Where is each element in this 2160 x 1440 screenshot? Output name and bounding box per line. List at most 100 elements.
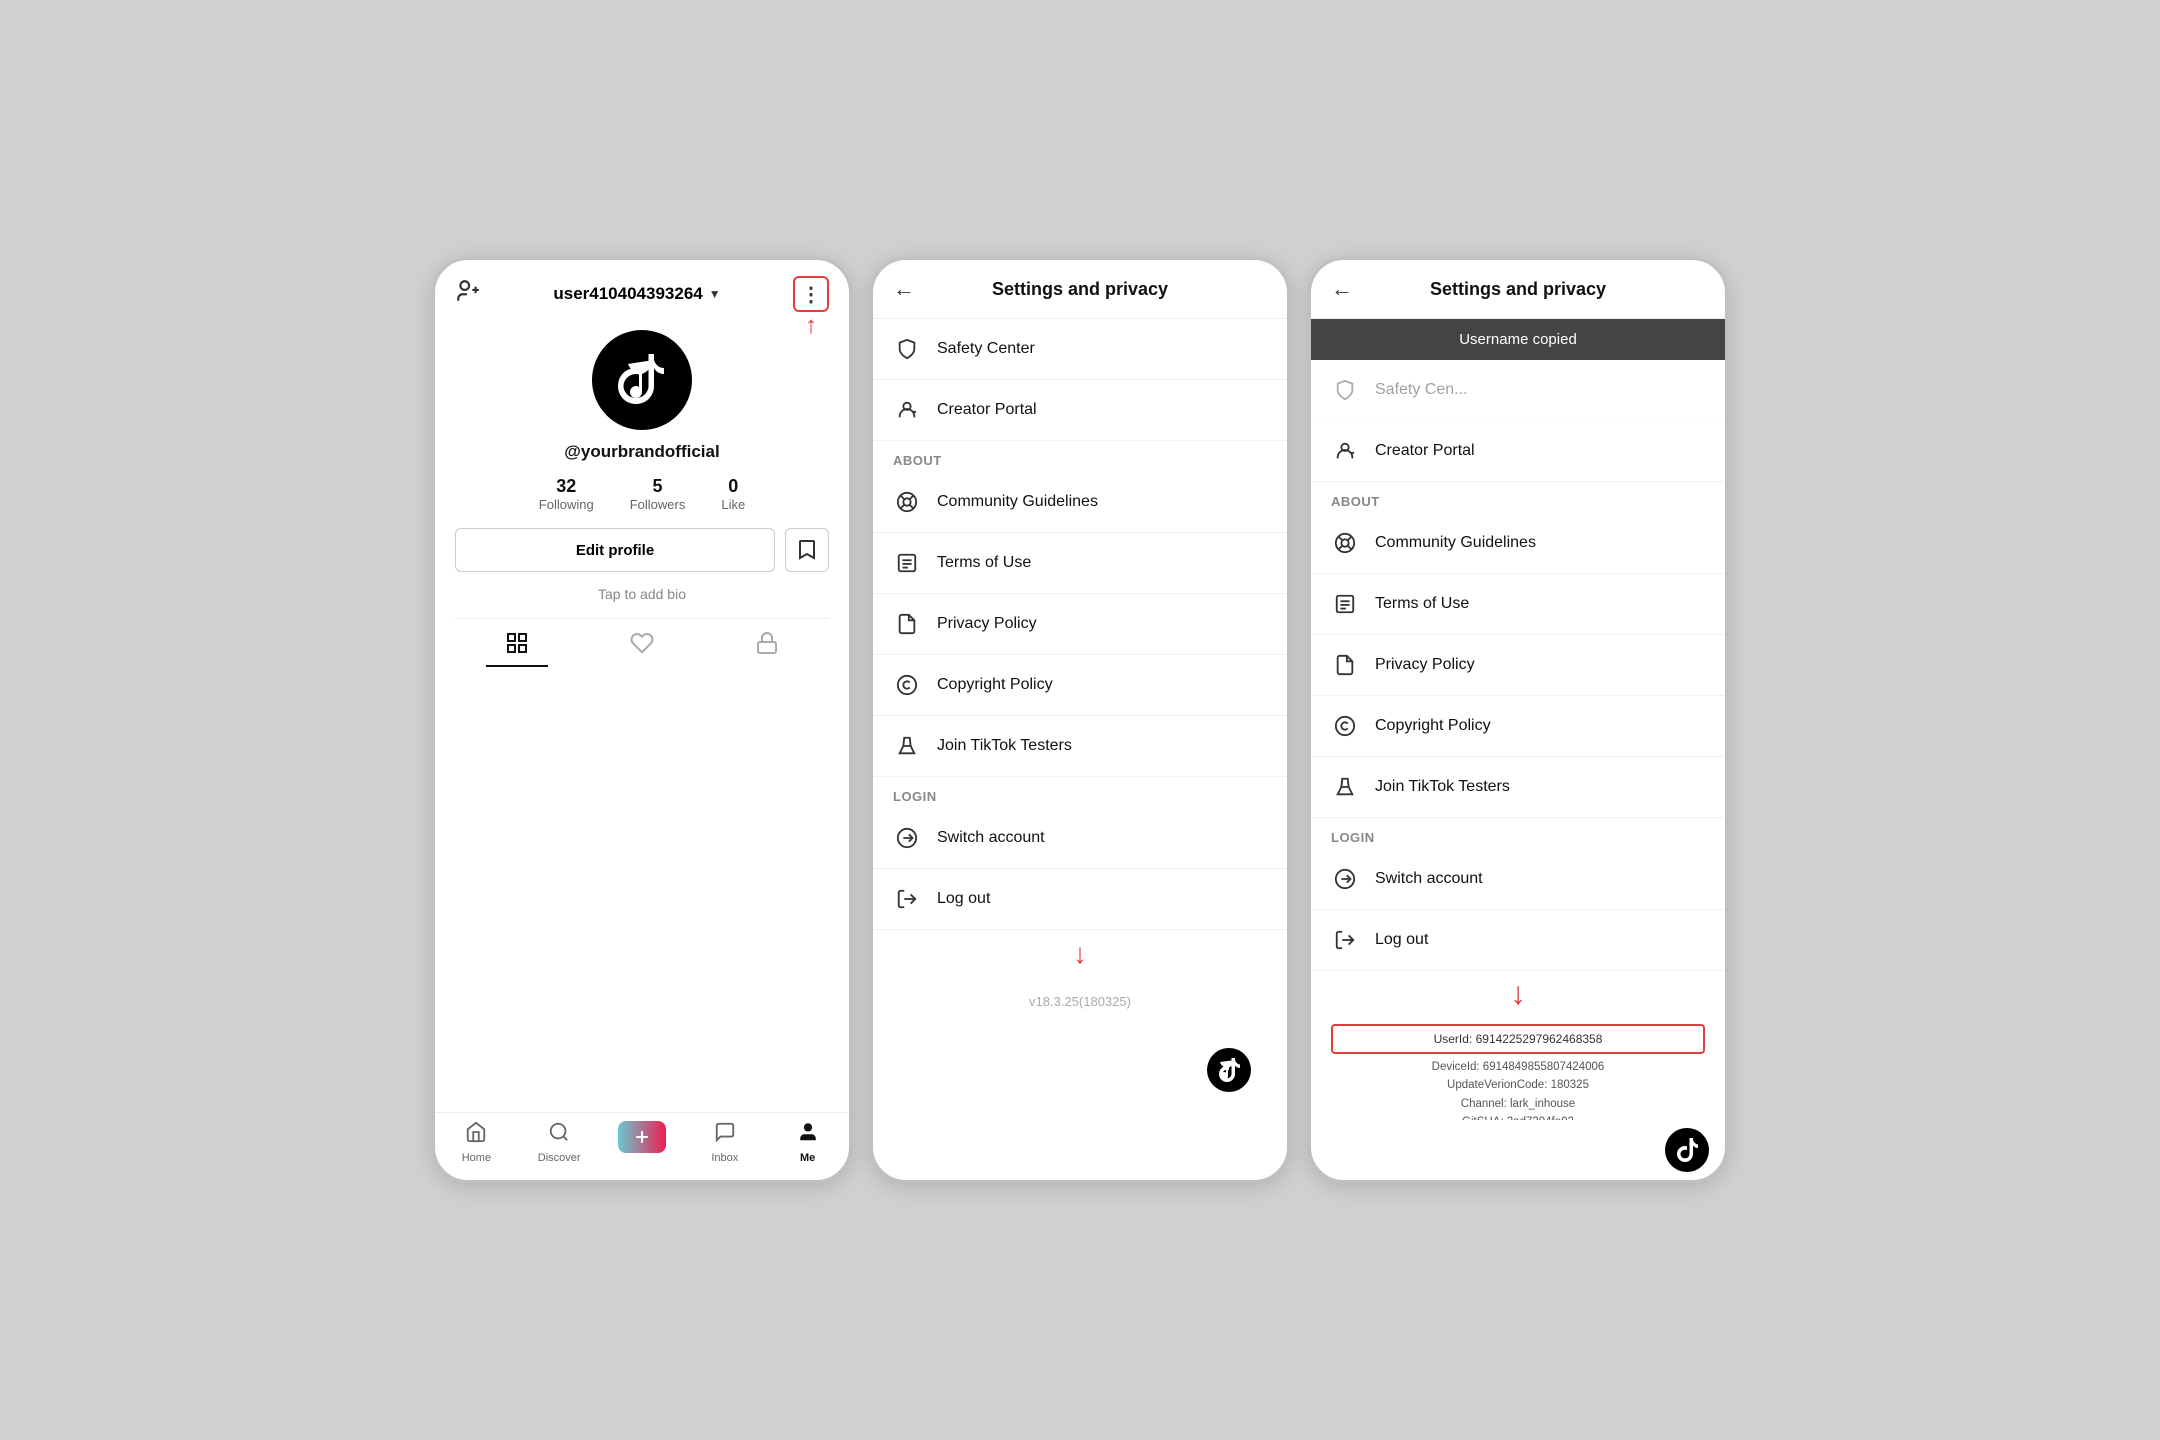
username-text: user410404393264: [553, 284, 702, 304]
terms-of-use-label: Terms of Use: [937, 554, 1031, 572]
nav-inbox[interactable]: Inbox: [683, 1121, 766, 1164]
community-icon-3: [1331, 529, 1359, 557]
tab-liked[interactable]: [580, 619, 705, 667]
shield-icon-3: [1331, 376, 1359, 404]
nav-discover[interactable]: Discover: [518, 1121, 601, 1164]
logout-icon: [893, 885, 921, 913]
bio-placeholder[interactable]: Tap to add bio: [598, 586, 686, 602]
community-guidelines-label: Community Guidelines: [937, 493, 1098, 511]
settings-list-2: Safety Center Creator Portal ABOUT: [873, 319, 1287, 1120]
settings-log-out-3[interactable]: Log out: [1311, 910, 1725, 971]
community-guidelines-label-3: Community Guidelines: [1375, 534, 1536, 552]
bookmark-button[interactable]: [785, 528, 829, 572]
settings-switch-account[interactable]: Switch account: [873, 808, 1287, 869]
username-copied-toast: Username copied: [1311, 319, 1725, 360]
edit-profile-button[interactable]: Edit profile: [455, 528, 775, 572]
switch-account-label: Switch account: [937, 829, 1045, 847]
screen2-title: Settings and privacy: [931, 279, 1229, 300]
shield-icon: [893, 335, 921, 363]
creator-portal-label-3: Creator Portal: [1375, 442, 1475, 460]
likes-label: Like: [721, 497, 745, 512]
tiktok-fab-3[interactable]: [1665, 1128, 1709, 1172]
settings-safety-center-3[interactable]: Safety Cen...: [1311, 360, 1725, 421]
nav-me[interactable]: Me: [766, 1121, 849, 1164]
screen3-title: Settings and privacy: [1369, 279, 1667, 300]
settings-switch-account-3[interactable]: Switch account: [1311, 849, 1725, 910]
followers-label: Followers: [630, 497, 686, 512]
settings-creator-portal[interactable]: Creator Portal: [873, 380, 1287, 441]
copyright-icon-3: [1331, 712, 1359, 740]
profile-header: user410404393264 ▼ ⋮ ↑: [435, 260, 849, 320]
privacy-icon: [893, 610, 921, 638]
community-icon: [893, 488, 921, 516]
settings-creator-portal-3[interactable]: Creator Portal: [1311, 421, 1725, 482]
safety-center-label: Safety Center: [937, 340, 1035, 358]
tab-grid[interactable]: [455, 619, 580, 667]
flask-icon: [893, 732, 921, 760]
home-icon: [465, 1121, 487, 1149]
device-info: DeviceId: 6914849855807424006 UpdateVeri…: [1311, 1058, 1725, 1120]
privacy-policy-label: Privacy Policy: [937, 615, 1037, 633]
settings-terms-of-use[interactable]: Terms of Use: [873, 533, 1287, 594]
settings-list-3: Safety Cen... Creator Portal ABOUT: [1311, 360, 1725, 1120]
flask-icon-3: [1331, 773, 1359, 801]
profile-content: @yourbrandofficial 32 Following 5 Follow…: [435, 320, 849, 1112]
settings-copyright-policy-3[interactable]: Copyright Policy: [1311, 696, 1725, 757]
channel: Channel: lark_inhouse: [1331, 1095, 1705, 1113]
profile-screen: user410404393264 ▼ ⋮ ↑ @yourbrandofficia…: [435, 260, 849, 1180]
settings-log-out[interactable]: Log out: [873, 869, 1287, 930]
log-out-label: Log out: [937, 890, 990, 908]
tiktok-fab-2[interactable]: [1207, 1048, 1251, 1092]
terms-icon-3: [1331, 590, 1359, 618]
settings-community-guidelines-3[interactable]: Community Guidelines: [1311, 513, 1725, 574]
back-button-3[interactable]: ←: [1331, 276, 1353, 302]
settings-copyright-policy[interactable]: Copyright Policy: [873, 655, 1287, 716]
nav-me-label: Me: [800, 1152, 815, 1164]
followers-stat[interactable]: 5 Followers: [630, 476, 686, 512]
about-section-label-3: ABOUT: [1311, 482, 1725, 513]
switch-account-label-3: Switch account: [1375, 870, 1483, 888]
settings-screen-3: ← Settings and privacy Username copied S…: [1311, 260, 1725, 1180]
settings-terms-of-use-3[interactable]: Terms of Use: [1311, 574, 1725, 635]
create-button[interactable]: [618, 1121, 666, 1153]
about-section-label: ABOUT: [873, 441, 1287, 472]
back-button-2[interactable]: ←: [893, 276, 915, 302]
switch-icon: [893, 824, 921, 852]
nav-home[interactable]: Home: [435, 1121, 518, 1164]
creator-portal-icon: [893, 396, 921, 424]
profile-username[interactable]: user410404393264 ▼: [553, 284, 720, 304]
inbox-icon: [714, 1121, 736, 1149]
handle-text: @yourbrandofficial: [564, 442, 719, 462]
add-friend-icon[interactable]: [455, 278, 481, 310]
phone-screen-3: ← Settings and privacy Username copied S…: [1308, 257, 1728, 1183]
safety-center-label-3: Safety Cen...: [1375, 381, 1468, 399]
update-code: UpdateVerionCode: 180325: [1331, 1076, 1705, 1094]
likes-stat[interactable]: 0 Like: [721, 476, 745, 512]
following-count: 32: [556, 476, 576, 497]
settings-safety-center[interactable]: Safety Center: [873, 319, 1287, 380]
following-stat[interactable]: 32 Following: [539, 476, 594, 512]
red-arrow-down-2: ↓: [873, 930, 1287, 978]
user-id-box: UserId: 6914225297962468358: [1331, 1024, 1705, 1054]
settings-community-guidelines[interactable]: Community Guidelines: [873, 472, 1287, 533]
settings-join-testers[interactable]: Join TikTok Testers: [873, 716, 1287, 777]
likes-count: 0: [728, 476, 738, 497]
three-dots-button[interactable]: ⋮: [793, 276, 829, 312]
privacy-icon-3: [1331, 651, 1359, 679]
settings-join-testers-3[interactable]: Join TikTok Testers: [1311, 757, 1725, 818]
join-testers-label-3: Join TikTok Testers: [1375, 778, 1510, 796]
nav-inbox-label: Inbox: [711, 1152, 738, 1164]
git-sha: GitSHA: 2ad7304fe02: [1331, 1113, 1705, 1120]
nav-create[interactable]: [601, 1121, 684, 1164]
red-arrow-up: ↑: [805, 312, 817, 340]
copyright-policy-label-3: Copyright Policy: [1375, 717, 1491, 735]
settings-privacy-policy[interactable]: Privacy Policy: [873, 594, 1287, 655]
screens-container: user410404393264 ▼ ⋮ ↑ @yourbrandofficia…: [432, 257, 1728, 1183]
bottom-navigation: Home Discover: [435, 1112, 849, 1180]
tab-private[interactable]: [704, 619, 829, 667]
creator-portal-icon-3: [1331, 437, 1359, 465]
join-testers-label: Join TikTok Testers: [937, 737, 1072, 755]
dropdown-arrow-icon: ▼: [709, 287, 721, 301]
settings-privacy-policy-3[interactable]: Privacy Policy: [1311, 635, 1725, 696]
screen2-header: ← Settings and privacy: [873, 260, 1287, 319]
